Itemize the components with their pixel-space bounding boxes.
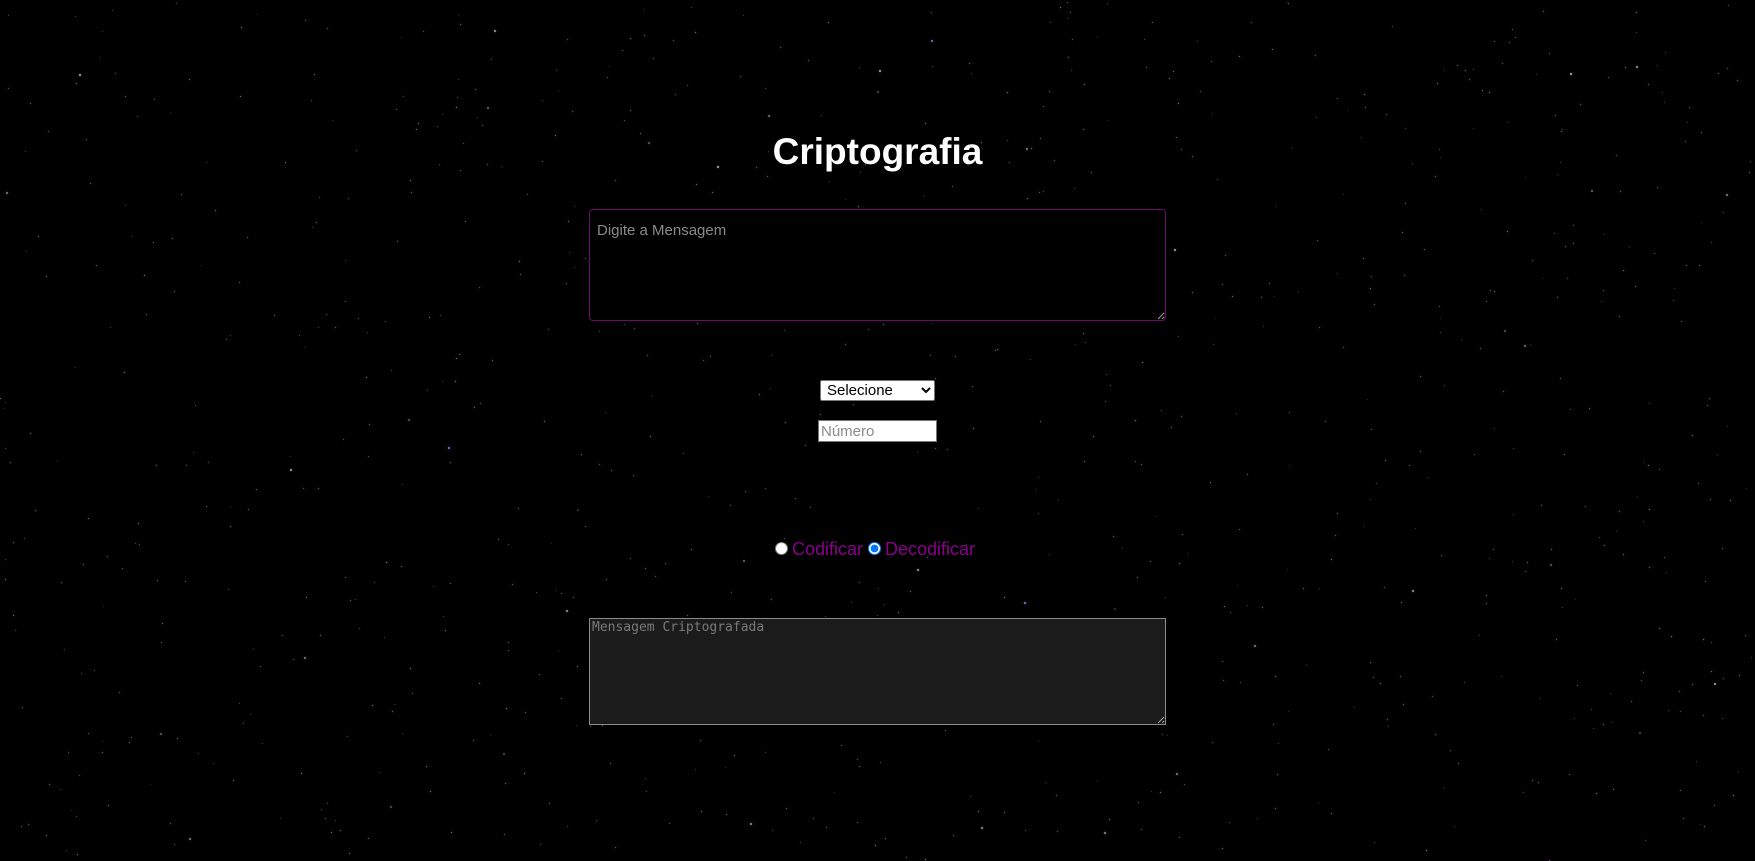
encode-label[interactable]: Codificar [792, 539, 863, 560]
encode-radio[interactable] [774, 541, 788, 555]
method-select[interactable]: Selecione [820, 380, 935, 401]
number-input[interactable] [818, 420, 937, 442]
decode-radio[interactable] [867, 541, 881, 555]
message-input[interactable] [589, 209, 1166, 321]
page-title: Criptografia [772, 131, 983, 172]
cryptography-page: Criptografia Selecione Codificar Decodif… [0, 0, 1755, 861]
decode-label[interactable]: Decodificar [885, 539, 975, 560]
mode-radio-group: Codificar Decodificar [0, 537, 1755, 561]
encrypted-output[interactable] [589, 618, 1166, 725]
